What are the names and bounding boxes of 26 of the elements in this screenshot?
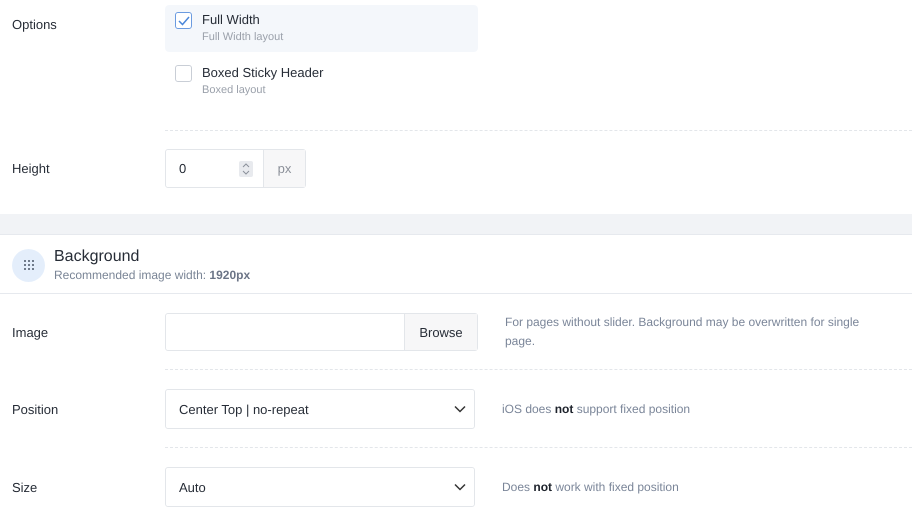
field-label: Size	[12, 480, 38, 494]
checkbox[interactable]	[175, 12, 192, 29]
field-label: Image	[12, 324, 50, 340]
section-title: Background	[54, 248, 140, 266]
option-title: Full Width	[202, 12, 261, 27]
section-subtitle: Recommended image width: 1920px	[54, 268, 250, 282]
select-dropdown[interactable]: Center Top | no-repeat	[165, 389, 475, 429]
option-description: Boxed layout	[202, 84, 267, 96]
help-text: iOS does not support fixed position	[502, 400, 692, 418]
option-item[interactable]: Boxed Sticky Header Boxed layout	[165, 58, 478, 105]
file-input[interactable]: Browse	[165, 313, 478, 351]
help-text: For pages without slider. Background may be overwritten for single page.	[505, 314, 860, 350]
option-title: Boxed Sticky Header	[202, 65, 324, 80]
chevron-down-icon	[454, 483, 466, 491]
help-text: Does not work with fixed position	[502, 478, 680, 496]
option-item[interactable]: Full Width Full Width layout	[165, 5, 478, 52]
checkbox[interactable]	[175, 65, 192, 82]
field-label: Position	[12, 402, 60, 416]
field-label: Options	[12, 16, 58, 34]
select-dropdown[interactable]: Auto	[165, 467, 475, 507]
browse-button[interactable]: Browse	[404, 314, 477, 350]
chevron-down-icon	[454, 405, 466, 413]
check-icon	[178, 16, 190, 26]
grid-icon	[12, 248, 45, 282]
field-label: Height	[12, 161, 51, 176]
option-description: Full Width layout	[202, 31, 284, 43]
